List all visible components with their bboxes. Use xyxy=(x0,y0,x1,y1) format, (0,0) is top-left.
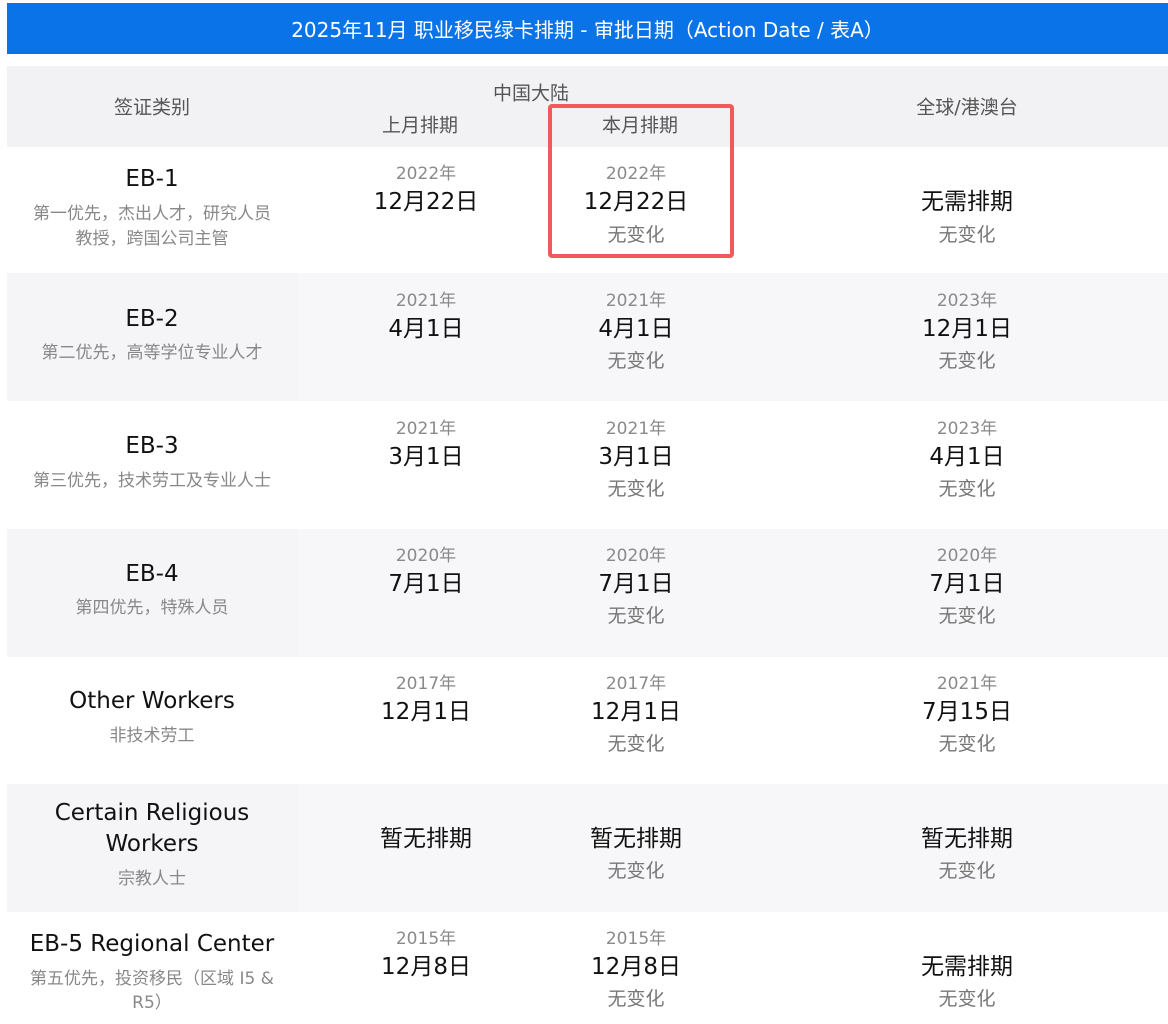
global-change: 无变化 xyxy=(938,988,996,1010)
category-name: EB-3 xyxy=(125,433,179,459)
this-month-date: 3月1日 xyxy=(598,444,674,470)
last-month-year: 2017年 xyxy=(395,674,457,694)
category-name: Certain Religious xyxy=(54,800,250,826)
global-year: 2020年 xyxy=(936,546,998,566)
last-month-year: 2021年 xyxy=(395,291,457,311)
this-month-date: 暂无排期 xyxy=(590,826,682,852)
category-desc: 第五优先，投资移民（区域 I5 & xyxy=(30,969,274,989)
category-desc: 第一优先，杰出人才，研究人员 xyxy=(33,204,271,224)
global-change: 无变化 xyxy=(938,350,996,372)
category-name: EB-2 xyxy=(125,306,179,332)
header-china: 中国大陆 xyxy=(492,82,570,105)
global-change: 无变化 xyxy=(938,733,996,755)
category-name: EB-1 xyxy=(125,166,179,192)
category-desc: 非技术劳工 xyxy=(109,726,195,746)
category-desc: 第四优先，特殊人员 xyxy=(75,598,229,618)
global-date: 无需排期 xyxy=(921,954,1013,980)
last-month-year: 2015年 xyxy=(395,929,457,949)
this-month-year: 2021年 xyxy=(605,419,667,439)
last-month-year: 2021年 xyxy=(395,419,457,439)
table-row: EB-3 第三优先，技术劳工及专业人士 2021年 3月1日 2021年 3月1… xyxy=(7,401,1168,529)
this-month-year: 2015年 xyxy=(605,929,667,949)
last-month-date: 7月1日 xyxy=(388,571,464,597)
last-month-date: 3月1日 xyxy=(388,444,464,470)
global-date: 7月1日 xyxy=(929,571,1005,597)
table-title-text: 2025年11月 职业移民绿卡排期 - 审批日期（Action Date / 表… xyxy=(291,18,884,42)
last-month-year: 2020年 xyxy=(395,546,457,566)
table-row: EB-5 Regional Center 第五优先，投资移民（区域 I5 & R… xyxy=(7,912,1168,1024)
global-date: 无需排期 xyxy=(921,189,1013,215)
category-name: EB-5 Regional Center xyxy=(29,931,275,957)
table-row: Certain Religious Workers 宗教人士 暂无排期 暂无排期… xyxy=(7,784,1168,912)
this-month-change: 无变化 xyxy=(607,733,665,755)
this-month-year: 2021年 xyxy=(605,291,667,311)
global-change: 无变化 xyxy=(938,224,996,246)
this-month-change: 无变化 xyxy=(607,478,665,500)
last-month-date: 12月22日 xyxy=(373,189,479,215)
global-change: 无变化 xyxy=(938,860,996,882)
global-change: 无变化 xyxy=(938,605,996,627)
last-month-date: 4月1日 xyxy=(388,316,464,342)
table-row: Other Workers 非技术劳工 2017年 12月1日 2017年 12… xyxy=(7,657,1168,784)
global-year: 2023年 xyxy=(936,291,998,311)
this-month-year: 2017年 xyxy=(605,674,667,694)
category-desc: 第二优先，高等学位专业人才 xyxy=(41,343,263,363)
this-month-date: 12月1日 xyxy=(591,699,681,725)
global-date: 7月15日 xyxy=(922,699,1012,725)
header-category: 签证类别 xyxy=(113,96,191,119)
category-desc-2: 教授，跨国公司主管 xyxy=(75,229,229,249)
this-month-date: 4月1日 xyxy=(598,316,674,342)
last-month-date: 暂无排期 xyxy=(380,826,472,852)
global-date: 暂无排期 xyxy=(921,826,1013,852)
category-name: EB-4 xyxy=(125,561,179,587)
global-change: 无变化 xyxy=(938,478,996,500)
global-date: 12月1日 xyxy=(922,316,1012,342)
global-year: 2021年 xyxy=(936,674,998,694)
last-month-year: 2022年 xyxy=(395,164,457,184)
this-month-date: 12月8日 xyxy=(591,954,681,980)
category-desc: 第三优先，技术劳工及专业人士 xyxy=(33,471,271,491)
last-month-date: 12月1日 xyxy=(381,699,471,725)
last-month-date: 12月8日 xyxy=(381,954,471,980)
header-last-month: 上月排期 xyxy=(381,114,459,137)
this-month-year: 2020年 xyxy=(605,546,667,566)
category-desc-2: R5） xyxy=(132,993,172,1013)
this-month-change: 无变化 xyxy=(607,350,665,372)
global-year: 2023年 xyxy=(936,419,998,439)
this-month-date: 7月1日 xyxy=(598,571,674,597)
global-date: 4月1日 xyxy=(929,444,1005,470)
category-name-2: Workers xyxy=(105,831,199,857)
table-title: 2025年11月 职业移民绿卡排期 - 审批日期（Action Date / 表… xyxy=(7,3,1168,54)
table-row: EB-2 第二优先，高等学位专业人才 2021年 4月1日 2021年 4月1日… xyxy=(7,273,1168,401)
category-desc: 宗教人士 xyxy=(118,869,186,889)
header-global: 全球/港澳台 xyxy=(916,96,1018,119)
category-name: Other Workers xyxy=(69,688,235,714)
table-row: EB-4 第四优先，特殊人员 2020年 7月1日 2020年 7月1日 无变化… xyxy=(7,529,1168,657)
this-month-change: 无变化 xyxy=(607,860,665,882)
this-month-change: 无变化 xyxy=(607,605,665,627)
highlight-box xyxy=(548,104,734,258)
this-month-change: 无变化 xyxy=(607,988,665,1010)
